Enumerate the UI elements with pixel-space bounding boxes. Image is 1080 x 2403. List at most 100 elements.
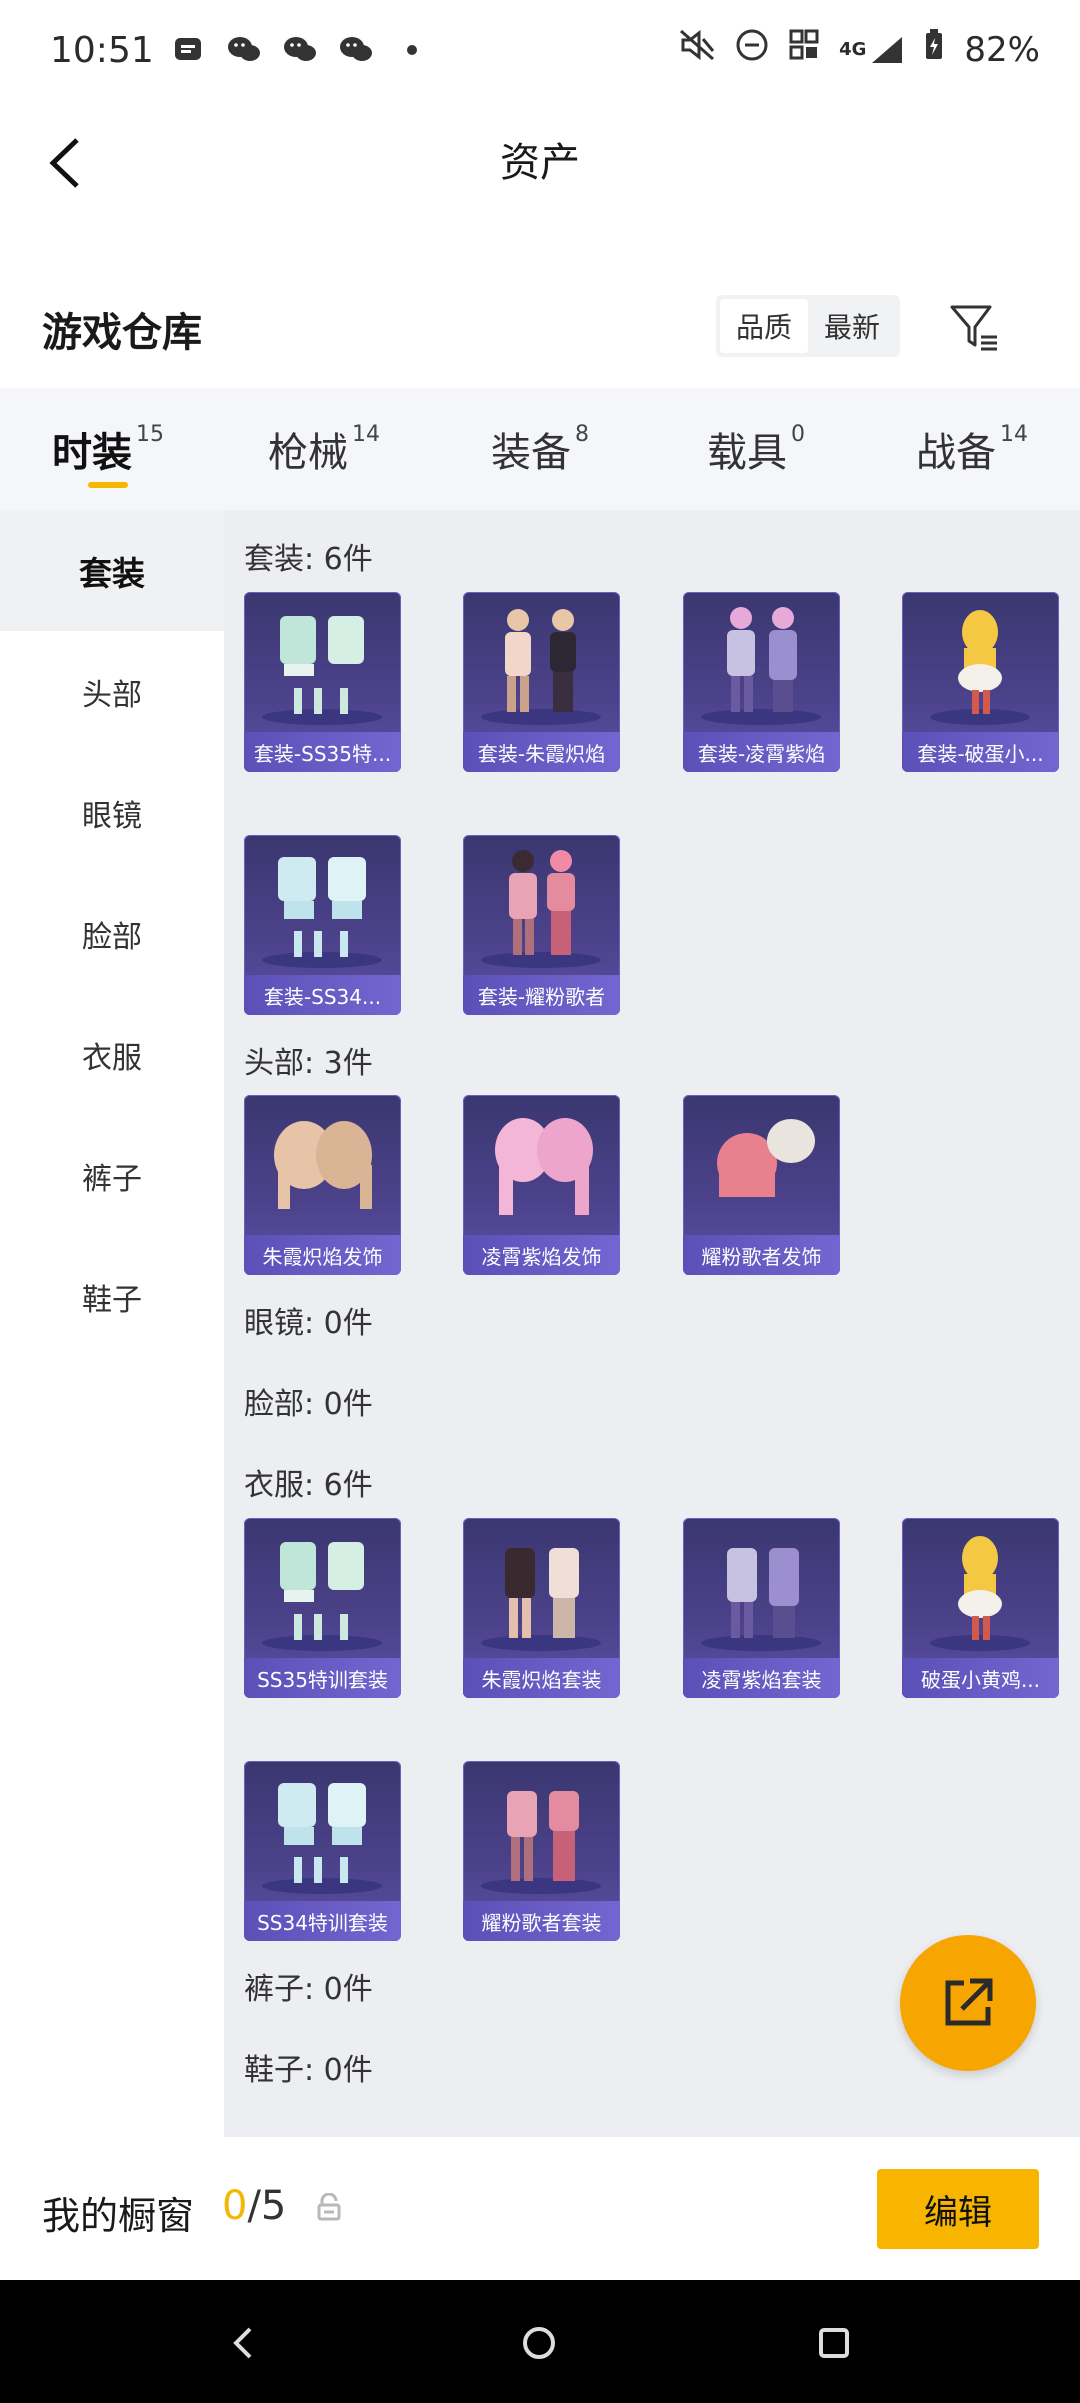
item-label: 套装-SS35特... xyxy=(244,732,401,772)
showcase-count: 0/5 xyxy=(222,2183,286,2229)
item-label: SS34特训套装 xyxy=(244,1901,401,1941)
share-icon xyxy=(945,1978,993,2026)
outfit-chick-icon xyxy=(930,610,1030,725)
hair-accessory-icon xyxy=(495,1118,593,1215)
filter-icon xyxy=(950,305,997,351)
mute-icon xyxy=(679,29,715,70)
nav-back-button[interactable] xyxy=(215,2315,271,2371)
sidebar-item-shoes[interactable]: 鞋子 xyxy=(0,1236,224,1357)
outfit-character-icon xyxy=(481,1548,601,1651)
item-card[interactable]: 耀粉歌者发饰 xyxy=(683,1095,840,1275)
outfit-pink-icon xyxy=(481,850,601,968)
tab-fashion[interactable]: 时装 15 xyxy=(0,388,216,510)
item-card[interactable]: 耀粉歌者套装 xyxy=(463,1761,620,1941)
message-icon xyxy=(170,34,206,66)
tab-supplies[interactable]: 战备 14 xyxy=(864,388,1080,510)
tab-count: 8 xyxy=(575,422,589,447)
section-title-glasses: 眼镜: 0件 xyxy=(244,1306,373,1341)
item-card[interactable]: 破蛋小黄鸡... xyxy=(902,1518,1059,1698)
item-card[interactable]: 凌霄紫焰套装 xyxy=(683,1518,840,1698)
tab-vehicles[interactable]: 载具 0 xyxy=(648,388,864,510)
item-card[interactable]: 套装-朱霞炽焰 xyxy=(463,592,620,772)
item-label: SS35特训套装 xyxy=(244,1658,401,1698)
sidebar-item-clothes[interactable]: 衣服 xyxy=(0,994,224,1115)
section-title-shoes: 鞋子: 0件 xyxy=(244,2053,373,2088)
tab-label: 时装 xyxy=(52,430,132,476)
nav-recents-icon xyxy=(819,2328,849,2358)
item-card[interactable]: 套装-SS35特... xyxy=(244,592,401,772)
status-time: 10:51 xyxy=(50,30,154,71)
nav-home-icon xyxy=(523,2327,555,2359)
item-card[interactable]: 凌霄紫焰发饰 xyxy=(463,1095,620,1275)
do-not-disturb-icon xyxy=(735,28,769,71)
item-grid: 套装: 6件 套装-SS35特... 套装-朱霞炽焰 套装-凌霄紫焰 套装-破蛋… xyxy=(224,510,1080,2137)
nav-back-icon xyxy=(233,2327,252,2359)
item-label: 凌霄紫焰发饰 xyxy=(463,1235,620,1275)
showcase-total: /5 xyxy=(247,2183,287,2229)
battery-level: 82% xyxy=(964,29,1040,70)
tab-label: 战备 xyxy=(916,430,996,476)
signal-icon: 4G xyxy=(839,35,904,65)
main-body: 套装 头部 眼镜 脸部 衣服 裤子 鞋子 套装: 6件 套装-SS35特... … xyxy=(0,510,1080,2137)
sidebar: 套装 头部 眼镜 脸部 衣服 裤子 鞋子 xyxy=(0,510,224,2137)
system-icons: 4G 82% xyxy=(679,28,1040,71)
active-tab-indicator xyxy=(88,482,128,488)
nav-home-button[interactable] xyxy=(511,2315,567,2371)
item-card[interactable]: SS34特训套装 xyxy=(244,1761,401,1941)
item-label: 套装-耀粉歌者 xyxy=(463,975,620,1015)
sidebar-item-pants[interactable]: 裤子 xyxy=(0,1115,224,1236)
network-type: 4G xyxy=(839,38,867,60)
wechat-icon xyxy=(282,34,318,66)
sidebar-item-glasses[interactable]: 眼镜 xyxy=(0,752,224,873)
tab-label: 装备 xyxy=(491,430,571,476)
item-label: 套装-凌霄紫焰 xyxy=(683,732,840,772)
sort-quality-button[interactable]: 品质 xyxy=(720,299,808,353)
outfit-lightblue-icon xyxy=(262,857,382,968)
system-nav-bar xyxy=(0,2280,1080,2403)
item-card[interactable]: 套装-破蛋小... xyxy=(902,592,1059,772)
sort-toggle: 品质 最新 xyxy=(716,295,900,357)
item-label: 破蛋小黄鸡... xyxy=(902,1658,1059,1698)
item-card[interactable]: 朱霞炽焰发饰 xyxy=(244,1095,401,1275)
showcase-label: 我的橱窗 xyxy=(42,2194,195,2238)
item-label: 套装-SS34... xyxy=(244,975,401,1015)
tab-count: 14 xyxy=(352,422,380,447)
tab-label: 载具 xyxy=(707,430,787,476)
status-bar: 10:51 4G 82% xyxy=(0,0,1080,110)
sidebar-item-head[interactable]: 头部 xyxy=(0,631,224,752)
tab-equipment[interactable]: 装备 8 xyxy=(432,388,648,510)
section-title-pants: 裤子: 0件 xyxy=(244,1972,373,2007)
filter-button[interactable] xyxy=(945,298,1005,358)
item-card[interactable]: 套装-凌霄紫焰 xyxy=(683,592,840,772)
item-card[interactable]: 套装-耀粉歌者 xyxy=(463,835,620,1015)
category-tabs: 时装 15 枪械 14 装备 8 载具 0 战备 14 xyxy=(0,388,1080,510)
item-card[interactable]: 套装-SS34... xyxy=(244,835,401,1015)
nfc-icon xyxy=(789,29,819,70)
outfit-teal-icon xyxy=(262,1542,382,1651)
sidebar-item-suits[interactable]: 套装 xyxy=(0,510,224,631)
showcase-bar: 我的橱窗 0/5 编辑 xyxy=(0,2137,1080,2280)
section-title-face: 脸部: 0件 xyxy=(244,1387,373,1422)
warehouse-title: 游戏仓库 xyxy=(42,310,202,356)
outfit-purple-icon xyxy=(701,607,821,725)
nav-recents-button[interactable] xyxy=(806,2315,862,2371)
sidebar-item-face[interactable]: 脸部 xyxy=(0,873,224,994)
item-card[interactable]: SS35特训套装 xyxy=(244,1518,401,1698)
hair-accessory-icon xyxy=(717,1119,815,1197)
section-title-clothes: 衣服: 6件 xyxy=(244,1468,373,1503)
showcase-current: 0 xyxy=(222,2183,248,2229)
item-label: 朱霞炽焰套装 xyxy=(463,1658,620,1698)
item-card[interactable]: 朱霞炽焰套装 xyxy=(463,1518,620,1698)
share-button[interactable] xyxy=(900,1935,1036,2071)
page-title: 资产 xyxy=(500,140,580,186)
tab-firearms[interactable]: 枪械 14 xyxy=(216,388,432,510)
hair-accessory-icon xyxy=(274,1121,372,1209)
edit-button[interactable]: 编辑 xyxy=(877,2169,1039,2249)
item-label: 凌霄紫焰套装 xyxy=(683,1658,840,1698)
item-label: 套装-破蛋小... xyxy=(902,732,1059,772)
tab-count: 14 xyxy=(1000,422,1028,447)
outfit-character-icon xyxy=(481,609,601,725)
item-label: 套装-朱霞炽焰 xyxy=(463,732,620,772)
item-label: 耀粉歌者套装 xyxy=(463,1901,620,1941)
sort-newest-button[interactable]: 最新 xyxy=(808,299,896,353)
